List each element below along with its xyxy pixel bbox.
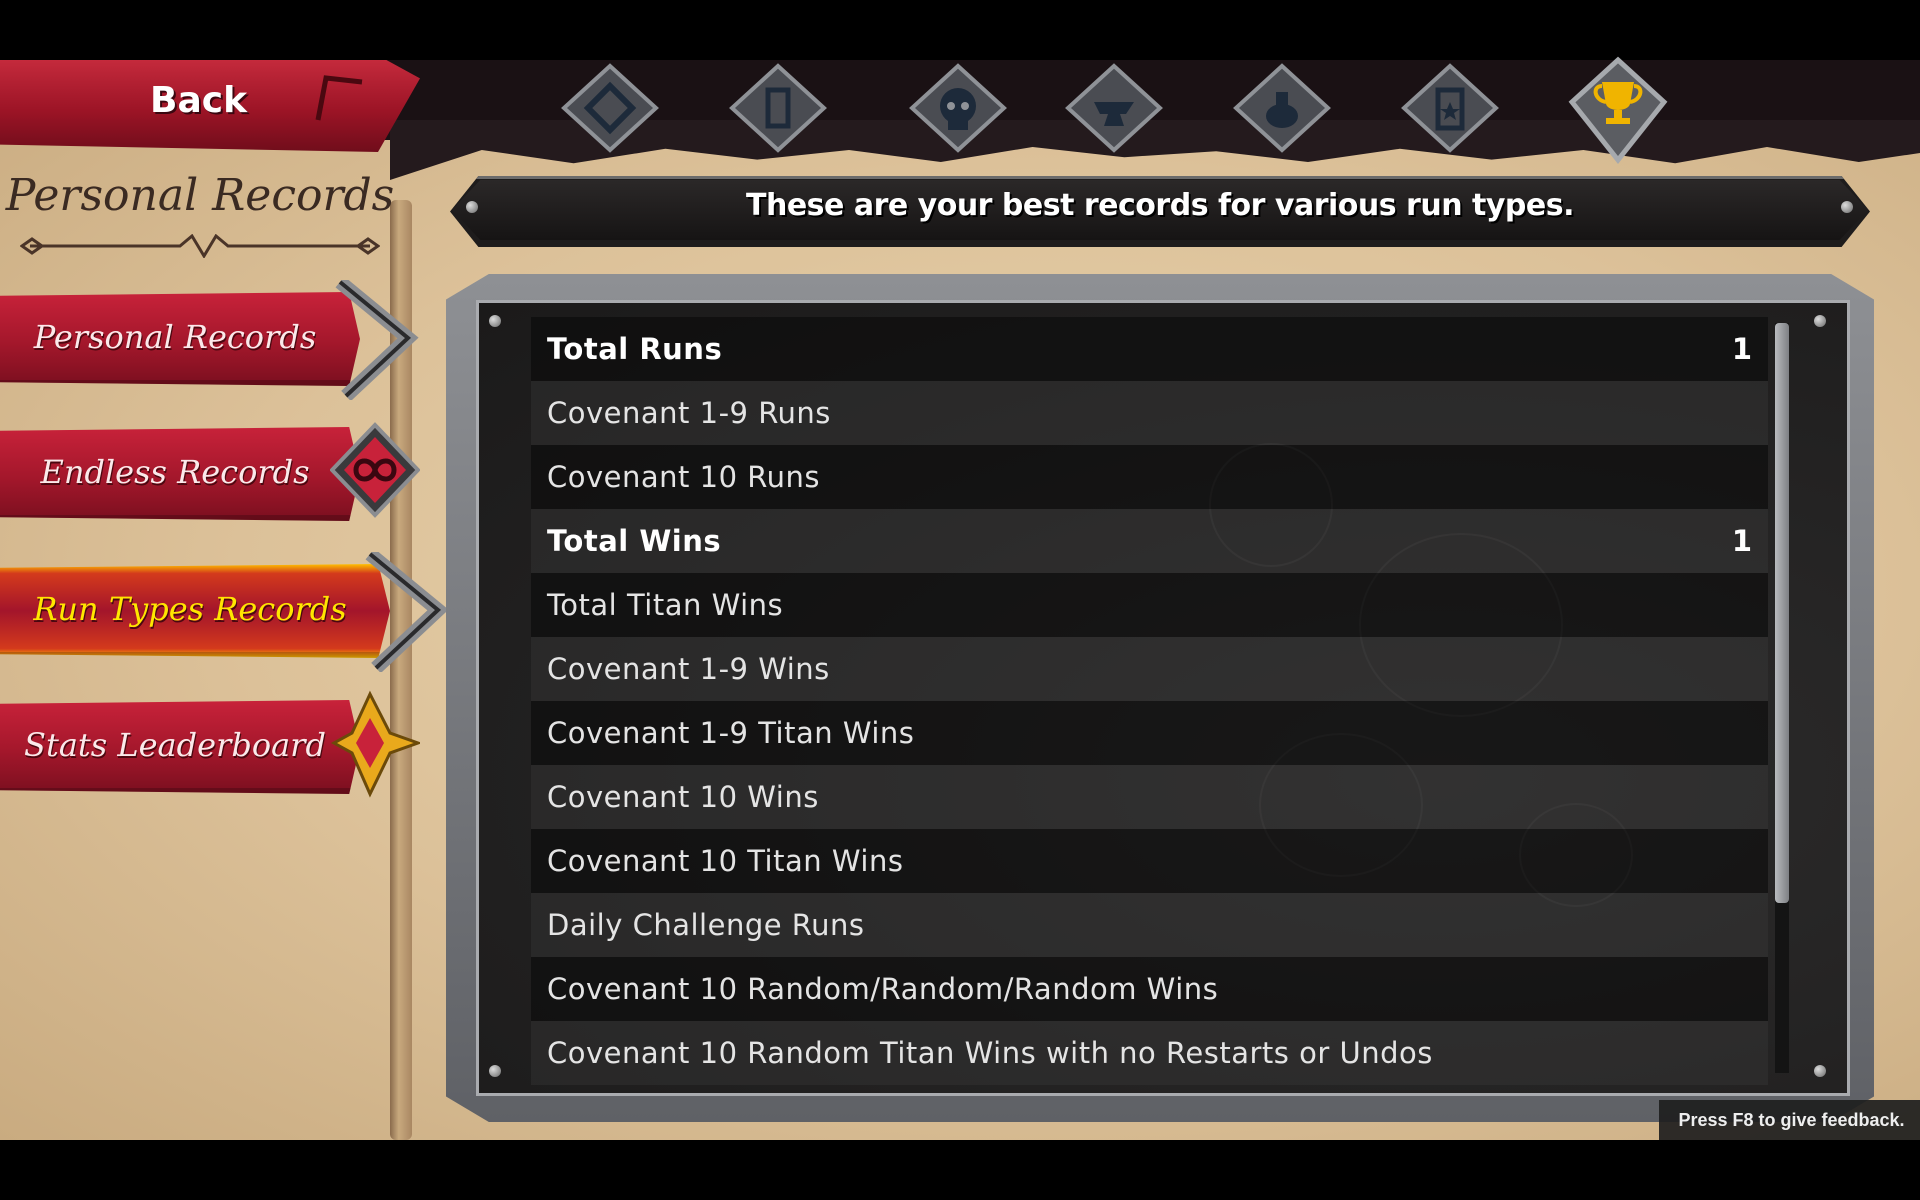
record-label: Covenant 1-9 Titan Wins [547,716,915,750]
record-row: Covenant 1-9 Titan Wins [531,701,1768,765]
record-label: Total Titan Wins [547,588,784,622]
record-row: Total Wins 1 [531,509,1768,573]
rivet [489,315,501,327]
record-row: Total Titan Wins [531,573,1768,637]
scrollbar-thumb[interactable] [1775,323,1789,903]
record-label: Covenant 10 Titan Wins [547,844,904,878]
record-label: Daily Challenge Runs [547,908,865,942]
sidebar-title: Personal Records [5,170,395,221]
record-row: Covenant 10 Runs [531,445,1768,509]
back-label: Back [150,80,248,121]
record-row: Covenant 10 Titan Wins [531,829,1768,893]
record-row: Covenant 1-9 Wins [531,637,1768,701]
sidebar-item-stats-leaderboard[interactable]: Stats Leaderboard [0,688,420,800]
sidebar-item-label: Stats Leaderboard [24,726,326,764]
rivet [1814,1065,1826,1077]
sidebar-item-personal-records[interactable]: Personal Records [0,280,419,400]
title-divider [20,234,380,258]
record-row: Total Runs 1 [531,317,1768,381]
skull-icon[interactable] [908,62,1008,162]
gem-star-icon [330,690,420,798]
record-label: Covenant 1-9 Wins [547,652,830,686]
sidebar-item-label: Run Types Records [33,590,347,628]
records-panel: Total Runs 1 Covenant 1-9 Runs Covenant … [476,300,1850,1096]
rivet [489,1065,501,1077]
record-label: Total Wins [547,524,722,558]
record-row: Covenant 10 Wins [531,765,1768,829]
trophy-icon[interactable] [1568,56,1668,166]
infinity-icon [330,422,420,518]
scroll-icon[interactable] [1400,62,1500,162]
anvil-icon[interactable] [1064,62,1164,162]
record-value: 1 [1731,332,1752,366]
chevron-right-icon [365,552,449,672]
record-row: Covenant 1-9 Runs [531,381,1768,445]
sidebar-item-label: Personal Records [33,318,317,356]
card-icon[interactable] [728,62,828,162]
record-label: Total Runs [547,332,723,366]
sidebar-item-run-types-records[interactable]: Run Types Records [0,552,449,672]
sidebar-item-label: Endless Records [40,453,310,491]
diamond-emblem-icon[interactable] [560,62,660,162]
page-subtitle: These are your best records for various … [746,188,1574,223]
back-button[interactable]: Back [0,60,420,152]
potion-icon[interactable] [1232,62,1332,162]
record-label: Covenant 10 Runs [547,460,820,494]
record-label: Covenant 10 Random/Random/Random Wins [547,972,1219,1006]
flag-icon [315,75,363,121]
record-row: Covenant 10 Random/Random/Random Wins [531,957,1768,1021]
record-row: Daily Challenge Runs [531,893,1768,957]
chevron-right-icon [335,280,419,400]
record-value: 1 [1731,524,1752,558]
feedback-hint: Press F8 to give feedback. [1659,1100,1920,1140]
records-list: Total Runs 1 Covenant 1-9 Runs Covenant … [531,317,1768,1085]
rivet [1814,315,1826,327]
sidebar-item-endless-records[interactable]: Endless Records [0,415,420,527]
record-label: Covenant 10 Wins [547,780,819,814]
record-label: Covenant 10 Random Titan Wins with no Re… [547,1036,1433,1070]
record-row: Covenant 10 Random Titan Wins with no Re… [531,1021,1768,1085]
record-label: Covenant 1-9 Runs [547,396,831,430]
